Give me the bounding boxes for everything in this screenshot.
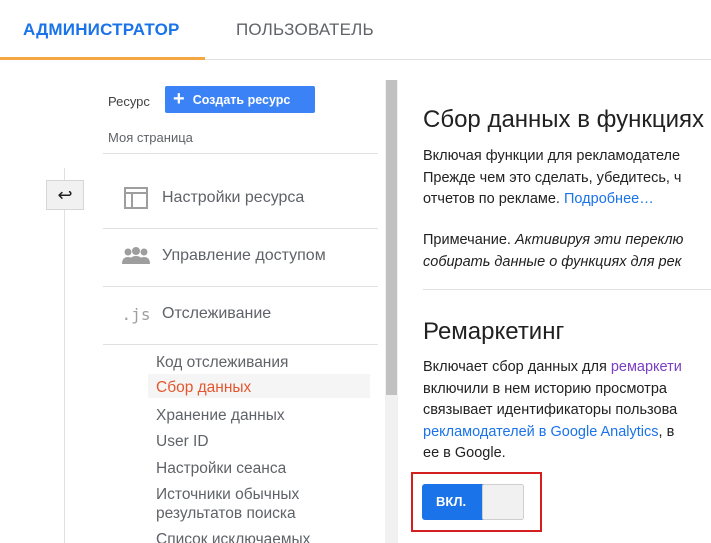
remarketing-line: связывает идентификаторы пользова <box>423 402 678 418</box>
nav-divider <box>103 228 378 229</box>
panel-layout-icon <box>118 187 154 209</box>
nav-item-label: Управление доступом <box>162 247 326 264</box>
note-text: Активируя эти переклю <box>514 232 684 248</box>
resource-label: Ресурс <box>108 94 150 109</box>
remarketing-line: Включает сбор данных для ремаркети <box>423 357 682 379</box>
sub-item-tracking-code[interactable]: Код отслеживания <box>156 353 378 372</box>
learn-more-link[interactable]: Подробнее… <box>564 191 654 207</box>
ads-features-line: Включая функции для рекламодателе <box>423 148 681 164</box>
nav-item-label: Настройки ресурса <box>162 189 305 206</box>
ads-features-text: отчетов по рекламе. <box>423 191 564 207</box>
tab-user[interactable]: ПОЛЬЗОВАТЕЛЬ <box>236 20 374 40</box>
create-resource-label: Создать ресурс <box>192 92 291 107</box>
nav-divider <box>103 286 378 287</box>
plus-icon: + <box>173 87 185 110</box>
nav-scrollbar-thumb[interactable] <box>386 80 397 395</box>
section-title-remarketing: Ремаркетинг <box>423 318 565 345</box>
note-line: собирать данные о функциях для рек <box>423 253 682 270</box>
remarketing-line: рекламодателей в Google Analytics, в <box>423 422 682 444</box>
ads-features-line: Прежде чем это сделать, убедитесь, ч <box>423 169 682 186</box>
create-resource-button[interactable]: + Создать ресурс <box>165 86 315 113</box>
ads-features-description: Включая функции для рекламодателе Прежде… <box>423 146 681 211</box>
remarketing-line: включили в нем историю просмотра <box>423 380 667 397</box>
nav-divider <box>103 153 378 154</box>
ads-features-line: отчетов по рекламе. Подробнее… <box>423 189 681 211</box>
nav-item-property-settings[interactable]: Настройки ресурса <box>118 183 304 213</box>
ads-features-note: Примечание. Активируя эти переклю собира… <box>423 230 683 273</box>
active-tab-indicator <box>0 57 205 60</box>
people-icon <box>118 247 154 265</box>
sub-item-data-collection[interactable]: Сбор данных <box>148 374 370 398</box>
remarketing-description: Включает сбор данных для ремаркети включ… <box>423 357 682 465</box>
remarketing-line: ее в Google. <box>423 445 506 461</box>
toggle-on-label: ВКЛ. <box>436 494 467 509</box>
toggle-knob[interactable] <box>482 484 524 520</box>
sub-item-organic-sources-line2: результатов поиска <box>156 505 296 522</box>
sub-item-user-id[interactable]: User ID <box>156 432 378 451</box>
nav-item-label: Отслеживание <box>162 305 272 322</box>
sub-item-organic-sources[interactable]: Источники обычных результатов поиска <box>156 485 378 523</box>
left-rail-divider <box>64 168 65 543</box>
sub-item-session-settings[interactable]: Настройки сеанса <box>156 459 378 478</box>
remarketing-text: Включает сбор данных для <box>423 359 611 375</box>
remarketing-toggle[interactable]: ВКЛ. <box>422 484 524 520</box>
nav-divider <box>103 344 378 345</box>
remarketing-text: , в <box>658 423 675 440</box>
sub-item-exclusion-list[interactable]: Список исключаемых <box>156 530 378 543</box>
sub-item-data-retention[interactable]: Хранение данных <box>156 406 378 425</box>
sub-item-organic-sources-line1: Источники обычных <box>156 486 300 503</box>
remarketing-link[interactable]: ремаркети <box>611 359 682 375</box>
nav-item-access-management[interactable]: Управление доступом <box>118 241 326 271</box>
back-button[interactable]: ↩ <box>46 180 84 210</box>
tab-admin[interactable]: АДМИНИСТРАТОР <box>23 20 180 40</box>
advertiser-features-link[interactable]: рекламодателей в Google Analytics <box>423 424 659 440</box>
nav-item-tracking[interactable]: .js Отслеживание <box>118 299 272 329</box>
note-line: Примечание. Активируя эти переклю <box>423 230 683 252</box>
section-divider <box>423 289 711 290</box>
section-title-ads-features: Сбор данных в функциях <box>423 106 705 133</box>
my-page-label[interactable]: Моя страница <box>108 130 193 145</box>
back-arrow-icon: ↩ <box>57 184 73 205</box>
note-label: Примечание. <box>423 232 515 248</box>
js-icon: .js <box>121 304 151 324</box>
top-tabs: АДМИНИСТРАТОР ПОЛЬЗОВАТЕЛЬ <box>0 0 711 60</box>
